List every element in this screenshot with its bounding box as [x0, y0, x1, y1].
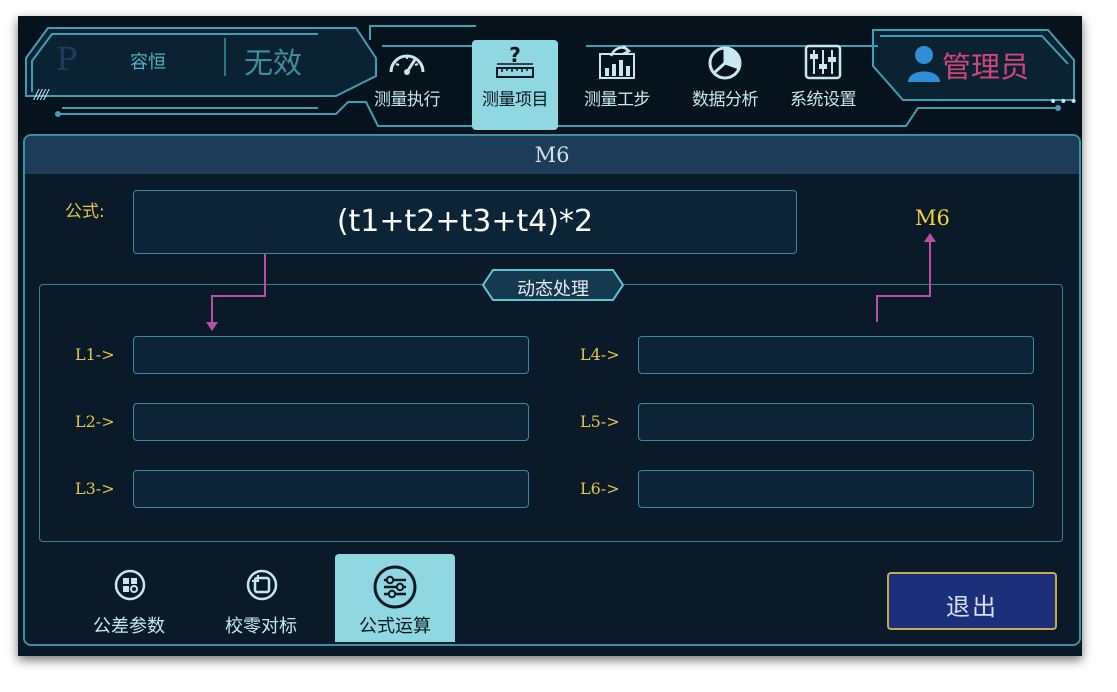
page-title: M6 [534, 143, 570, 167]
more-dots-icon[interactable]: ••• [1049, 94, 1080, 110]
row-label-l5: L5-> [580, 412, 620, 431]
nav-label: 数据分析 [692, 90, 759, 110]
tab-label: 公差参数 [93, 616, 165, 637]
l5-input[interactable] [638, 403, 1034, 441]
formula-sliders-icon [373, 565, 417, 609]
mode-letter: P [56, 40, 78, 78]
question-ruler-icon: ? [496, 44, 534, 78]
mode-status: 无效 [244, 46, 303, 80]
nav-item-system-settings[interactable]: 系统设置 [780, 40, 866, 130]
l1-input[interactable] [133, 336, 529, 374]
nav-label: 系统设置 [790, 90, 857, 110]
result-label: M6 [915, 206, 950, 230]
title-bar: M6 [25, 136, 1079, 174]
l6-input[interactable] [638, 470, 1034, 508]
mode-divider [224, 38, 226, 76]
gauge-icon [389, 54, 425, 75]
mode-label: 容恒 [130, 52, 166, 73]
tolerance-icon [114, 569, 146, 601]
row-label-l6: L6-> [580, 479, 620, 498]
tab-zero-calibration[interactable]: 校零对标 [201, 554, 321, 642]
nav-label: 测量项目 [482, 90, 549, 110]
slash-decoration-icon: //// [34, 88, 48, 103]
exit-label: 退出 [946, 593, 998, 621]
nav-item-measure-execute[interactable]: 测量执行 [364, 40, 450, 130]
user-icon [908, 46, 940, 82]
tab-label: 校零对标 [225, 616, 297, 637]
pie-chart-icon [708, 46, 742, 80]
user-name[interactable]: 管理员 [942, 44, 1029, 86]
l2-input[interactable] [133, 403, 529, 441]
tab-label: 公式运算 [359, 616, 431, 637]
sliders-icon [804, 44, 842, 80]
formula-input[interactable]: (t1+t2+t3+t4)*2 [133, 190, 797, 254]
exit-button[interactable]: 退出 [887, 572, 1057, 630]
row-label-l1: L1-> [75, 345, 115, 364]
app-screen: P 容恒 无效 //// ••• 测量执行 ? 测量项目 测量工步 数据分析 系… [18, 16, 1082, 656]
nav-item-measure-step[interactable]: 测量工步 [574, 40, 660, 130]
nav-label: 测量工步 [584, 90, 651, 110]
row-label-l3: L3-> [75, 479, 115, 498]
formula-value: (t1+t2+t3+t4)*2 [336, 204, 594, 239]
nav-item-data-analysis[interactable]: 数据分析 [682, 40, 768, 130]
dynamic-processing-badge [481, 269, 625, 301]
row-label-l4: L4-> [580, 345, 620, 364]
calibrate-icon [246, 569, 278, 601]
arrow-head-up-icon [924, 233, 936, 242]
step-chart-icon [599, 45, 635, 79]
formula-label: 公式: [65, 202, 105, 222]
row-label-l2: L2-> [75, 412, 115, 431]
main-panel: M6 公式: (t1+t2+t3+t4)*2 M6 动态处理 L1-> L2->… [23, 134, 1081, 646]
l3-input[interactable] [133, 470, 529, 508]
tab-formula-calculation[interactable]: 公式运算 [335, 554, 455, 642]
nav-label: 测量执行 [374, 90, 441, 110]
tab-tolerance[interactable]: 公差参数 [69, 554, 189, 642]
l4-input[interactable] [638, 336, 1034, 374]
active-nav-pointer [506, 111, 530, 125]
